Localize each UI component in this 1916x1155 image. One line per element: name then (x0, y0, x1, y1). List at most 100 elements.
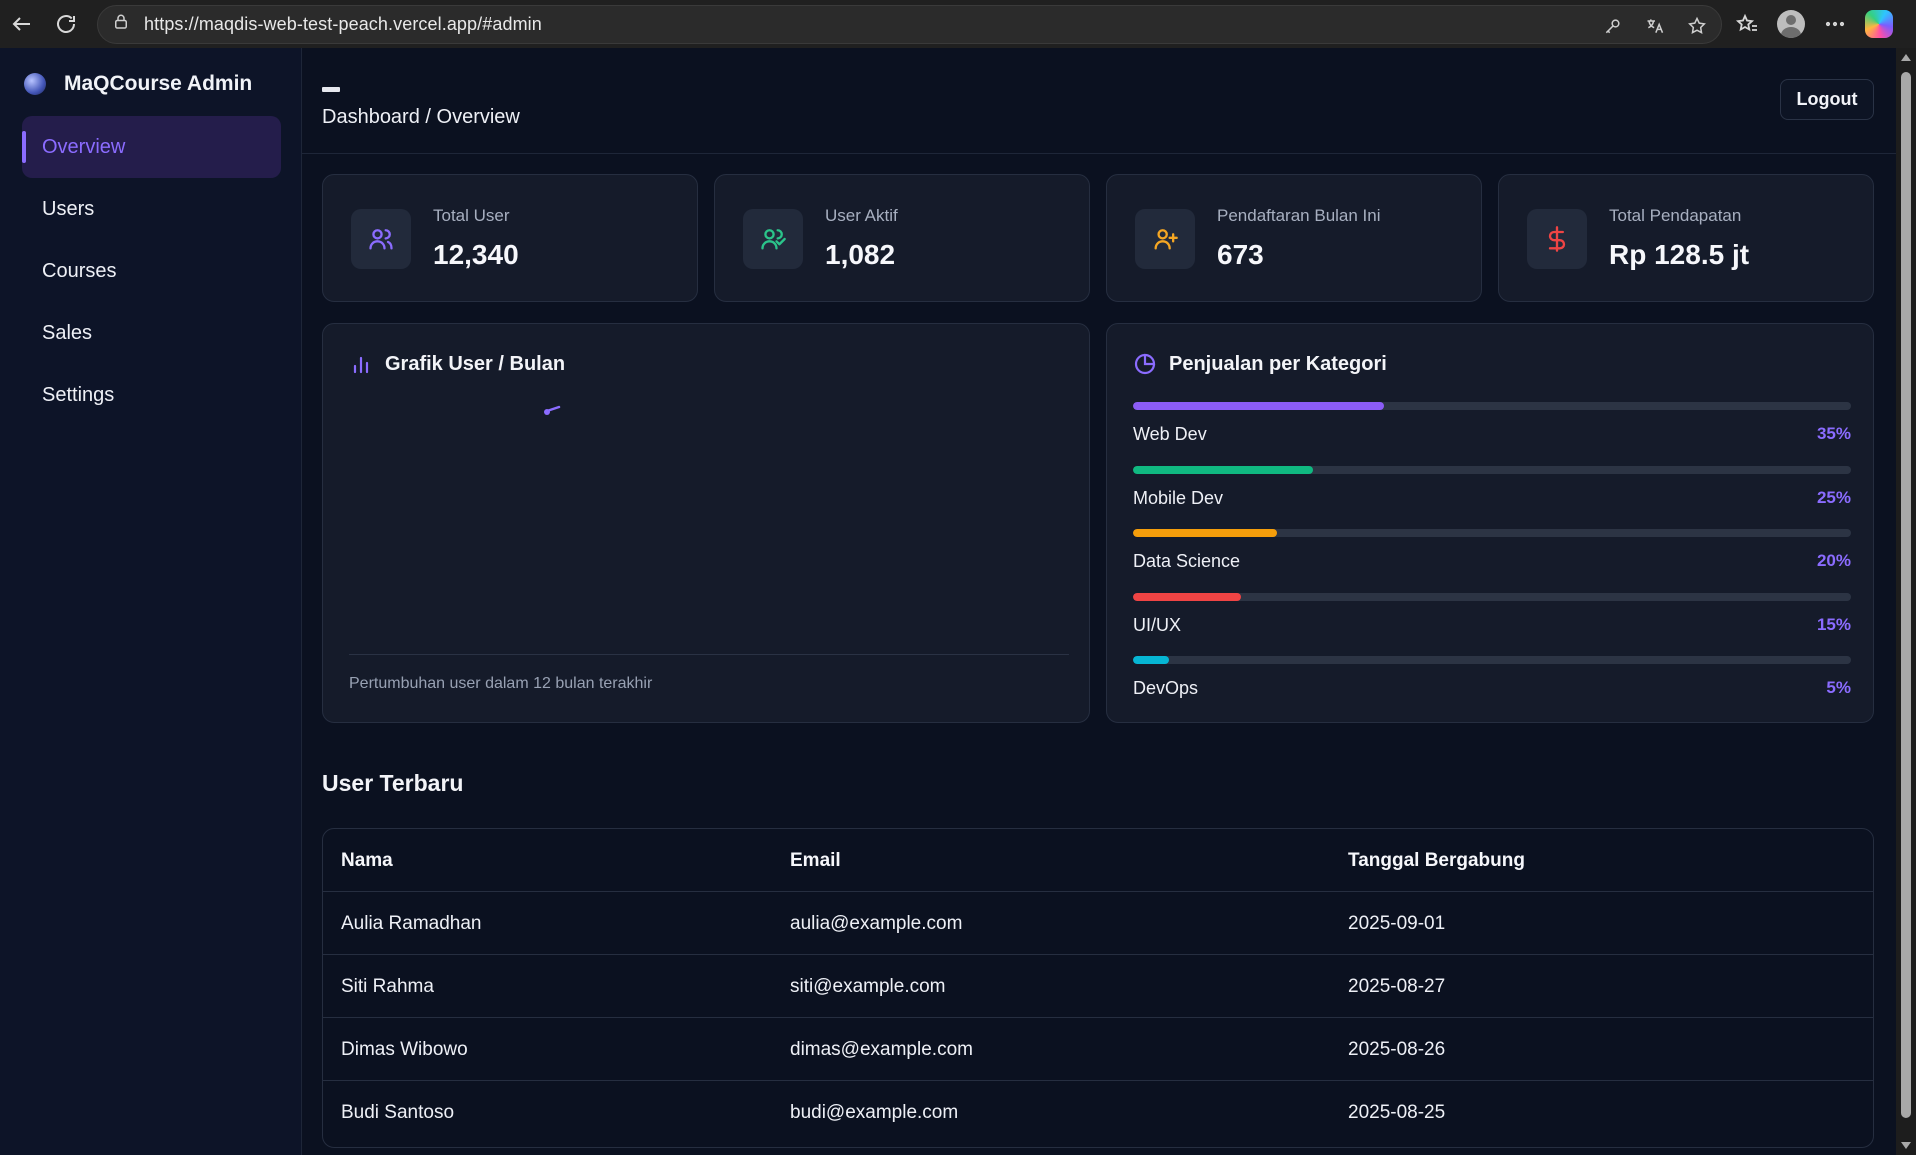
brand: MaQCourse Admin (24, 72, 252, 96)
stat-value: Rp 128.5 jt (1609, 239, 1750, 270)
category-name: Web Dev (1133, 424, 1207, 444)
category-progress-fill (1133, 465, 1313, 474)
cell-email: dimas@example.com (790, 1038, 973, 1060)
category-row: Data Science 20% (1133, 551, 1851, 572)
cell-tanggal: 2025-08-25 (1348, 1101, 1446, 1123)
table-row: Siti Rahma siti@example.com 2025-08-27 (323, 955, 1873, 1018)
user-plus-icon (1135, 209, 1195, 269)
stat-card-pendaftaran: Pendaftaran Bulan Ini 673 (1106, 174, 1482, 302)
category-item: Data Science 20% (1133, 529, 1851, 572)
brand-logo-icon (24, 73, 46, 95)
table-row: Dimas Wibowo dimas@example.com 2025-08-2… (323, 1018, 1873, 1081)
category-name: Data Science (1133, 551, 1241, 571)
topbar: Dashboard / Overview Logout (302, 48, 1896, 154)
sidebar-item-overview[interactable]: Overview (22, 116, 281, 178)
recent-users-title: User Terbaru (322, 770, 464, 796)
sidebar: MaQCourse Admin Overview Users Courses S… (0, 48, 302, 1155)
stat-label: Total Pendapatan (1609, 206, 1742, 225)
browser-toolbar: https://maqdis-web-test-peach.vercel.app… (0, 0, 1916, 48)
cell-tanggal: 2025-09-01 (1348, 912, 1446, 934)
cell-email: aulia@example.com (790, 912, 963, 934)
sidebar-item-courses[interactable]: Courses (22, 240, 281, 302)
more-icon[interactable] (1823, 12, 1847, 36)
category-percent: 20% (1816, 551, 1851, 570)
user-chart-canvas (544, 405, 561, 415)
cell-nama: Dimas Wibowo (341, 1038, 468, 1060)
category-row: Mobile Dev 25% (1133, 488, 1851, 509)
sales-category-panel: Penjualan per Kategori Web Dev 35% Mobile … (1106, 323, 1874, 723)
stat-card-total-user: Total User 12,340 (322, 174, 698, 302)
category-progress-track (1133, 465, 1851, 474)
key-icon[interactable] (1603, 16, 1623, 36)
scroll-down-icon[interactable] (1901, 1142, 1911, 1149)
url-text: https://maqdis-web-test-peach.vercel.app… (144, 14, 542, 34)
pie-chart-icon (1134, 353, 1156, 375)
page-scrollbar[interactable] (1896, 48, 1916, 1155)
stat-label: Pendaftaran Bulan Ini (1217, 206, 1381, 225)
brand-title: MaQCourse Admin (64, 72, 253, 95)
category-name: DevOps (1133, 678, 1199, 698)
user-chart-title: Grafik User / Bulan (349, 352, 565, 376)
cell-email: siti@example.com (790, 975, 946, 997)
logout-button[interactable]: Logout (1780, 79, 1874, 120)
category-item: Web Dev 35% (1133, 402, 1851, 445)
copilot-icon[interactable] (1865, 10, 1893, 38)
column-header-email: Email (790, 849, 841, 871)
category-percent: 35% (1816, 424, 1851, 443)
address-bar[interactable]: https://maqdis-web-test-peach.vercel.app… (97, 5, 1722, 44)
app-root: MaQCourse Admin Overview Users Courses S… (0, 48, 1896, 1155)
category-progress-track (1133, 592, 1851, 601)
sidebar-item-settings[interactable]: Settings (22, 364, 281, 426)
favorites-icon[interactable] (1735, 12, 1759, 36)
menu-toggle-icon[interactable] (322, 87, 340, 92)
stat-value: 12,340 (433, 239, 519, 270)
category-percent: 25% (1816, 487, 1851, 507)
reload-button[interactable] (44, 0, 88, 48)
users-icon (351, 209, 411, 269)
reload-icon (57, 15, 75, 33)
category-item: UI/UX 15% (1133, 592, 1851, 636)
stat-value: 1,082 (825, 239, 896, 270)
scroll-up-icon[interactable] (1901, 54, 1911, 61)
back-button[interactable] (0, 0, 44, 48)
user-chart-caption: Pertumbuhan user dalam 12 bulan terakhir (349, 675, 653, 692)
bar-chart-icon (353, 356, 369, 374)
sidebar-nav: Overview Users Courses Sales Settings (22, 116, 281, 426)
sales-category-title-text: Penjualan per Kategori (1169, 352, 1387, 375)
profile-icon[interactable] (1777, 10, 1805, 38)
stat-card-total-pendapatan: Total Pendapatan Rp 128.5 jt (1498, 174, 1874, 302)
translate-icon[interactable] (1645, 16, 1665, 36)
sales-category-title: Penjualan per Kategori (1133, 352, 1387, 376)
lock-icon (112, 13, 130, 36)
category-row: DevOps 5% (1133, 678, 1851, 699)
category-progress-track (1133, 656, 1851, 664)
cell-nama: Budi Santoso (341, 1101, 455, 1123)
stat-label: User Aktif (825, 206, 898, 225)
user-chart-panel: Grafik User / Bulan Pertumbuhan user dal… (322, 323, 1090, 723)
main-content: Dashboard / Overview Logout Total User 1… (302, 48, 1896, 1155)
category-row: UI/UX 15% (1133, 615, 1851, 636)
sidebar-item-users[interactable]: Users (22, 178, 281, 240)
category-item: Mobile Dev 25% (1133, 465, 1851, 509)
table-row: Budi Santoso budi@example.com 2025-08-25 (323, 1081, 1873, 1144)
category-name: Mobile Dev (1133, 487, 1224, 508)
cell-nama: Aulia Ramadhan (341, 912, 482, 934)
user-check-icon (743, 209, 803, 269)
scrollbar-thumb[interactable] (1901, 72, 1911, 1118)
category-progress-fill (1133, 656, 1169, 664)
cell-nama: Siti Rahma (341, 975, 434, 997)
table-header-row: Nama Email Tanggal Bergabung (323, 829, 1873, 892)
dollar-icon (1527, 209, 1587, 269)
arrow-left-icon (12, 17, 30, 31)
category-progress-fill (1133, 529, 1277, 537)
breadcrumb: Dashboard / Overview (322, 106, 520, 128)
star-icon[interactable] (1687, 16, 1707, 36)
category-item: DevOps 5% (1133, 656, 1851, 699)
recent-users-table: Nama Email Tanggal Bergabung Aulia Ramad… (322, 828, 1874, 1148)
chart-divider (349, 654, 1069, 655)
category-percent: 15% (1816, 614, 1851, 634)
column-header-nama: Nama (341, 849, 393, 871)
stat-label: Total User (433, 206, 510, 225)
cell-tanggal: 2025-08-27 (1348, 975, 1446, 997)
sidebar-item-sales[interactable]: Sales (22, 302, 281, 364)
